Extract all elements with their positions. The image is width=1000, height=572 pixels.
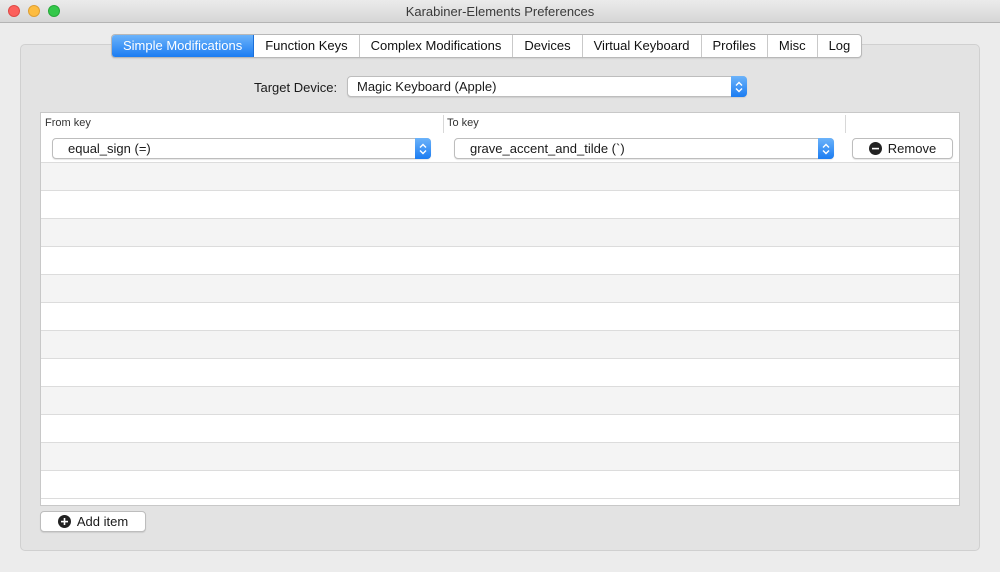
empty-table-row [41, 303, 959, 331]
up-down-chevron-icon [415, 138, 431, 159]
empty-table-row [41, 219, 959, 247]
from-key-popup[interactable]: equal_sign (=) [52, 138, 431, 159]
up-down-chevron-icon [818, 138, 834, 159]
tab-log[interactable]: Log [818, 35, 862, 57]
tab-complex-modifications[interactable]: Complex Modifications [360, 35, 514, 57]
target-device-label: Target Device: [254, 80, 338, 95]
empty-table-row [41, 247, 959, 275]
empty-table-row [41, 331, 959, 359]
window-title: Karabiner-Elements Preferences [405, 4, 595, 19]
add-item-label: Add item [76, 514, 129, 529]
remove-button-label: Remove [887, 141, 937, 156]
empty-table-row [41, 275, 959, 303]
target-device-value: Magic Keyboard (Apple) [357, 79, 497, 94]
empty-table-row [41, 191, 959, 219]
plus-circle-icon [57, 515, 71, 528]
column-header-from-key[interactable]: From key [45, 117, 91, 129]
from-key-value: equal_sign (=) [68, 141, 151, 156]
empty-table-row [41, 415, 959, 443]
table-header: From key To key [41, 113, 959, 136]
to-key-popup[interactable]: grave_accent_and_tilde (`) [454, 138, 834, 159]
simple-modifications-table: From key To key equal_sign (=) grave_acc… [40, 112, 960, 506]
tab-bar: Simple Modifications Function Keys Compl… [111, 34, 863, 58]
column-divider [443, 115, 444, 133]
up-down-chevron-icon [731, 76, 747, 97]
tab-simple-modifications[interactable]: Simple Modifications [112, 35, 255, 57]
empty-table-row [41, 359, 959, 387]
remove-button[interactable]: Remove [852, 138, 953, 159]
tab-function-keys[interactable]: Function Keys [254, 35, 360, 57]
minus-circle-icon [868, 142, 882, 155]
column-header-to-key[interactable]: To key [447, 117, 479, 129]
empty-table-row [41, 471, 959, 499]
table-row: equal_sign (=) grave_accent_and_tilde (`… [41, 135, 959, 163]
empty-table-row [41, 387, 959, 415]
tab-misc[interactable]: Misc [768, 35, 818, 57]
tab-virtual-keyboard[interactable]: Virtual Keyboard [583, 35, 702, 57]
tab-devices[interactable]: Devices [513, 35, 583, 57]
title-bar: Karabiner-Elements Preferences [0, 0, 1000, 23]
column-divider [845, 115, 846, 133]
empty-table-row [41, 443, 959, 471]
target-device-popup[interactable]: Magic Keyboard (Apple) [347, 76, 747, 97]
to-key-value: grave_accent_and_tilde (`) [470, 141, 625, 156]
tab-profiles[interactable]: Profiles [702, 35, 768, 57]
add-item-button[interactable]: Add item [40, 511, 146, 532]
empty-table-row [41, 163, 959, 191]
